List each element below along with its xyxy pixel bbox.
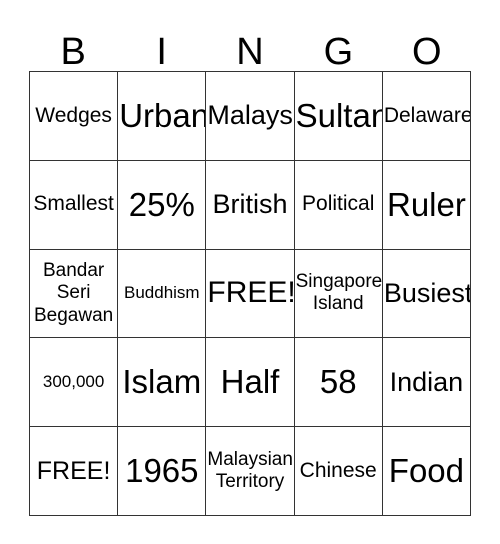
bingo-cell-label: Singapore Island: [295, 271, 383, 315]
bingo-cell-label: FREE!: [207, 276, 295, 310]
bingo-cell[interactable]: Malays: [206, 72, 295, 161]
bingo-cell-label: Wedges: [35, 103, 112, 127]
bingo-cell[interactable]: Urban: [118, 72, 207, 161]
bingo-cell-label: FREE!: [36, 456, 111, 485]
bingo-cell-label: British: [212, 189, 288, 220]
bingo-cell-label: Sultan: [295, 97, 383, 135]
bingo-cell-label: Buddhism: [124, 283, 200, 303]
bingo-cell[interactable]: Half: [206, 338, 295, 428]
bingo-cell[interactable]: Food: [382, 427, 472, 516]
bingo-cell-label: 1965: [125, 452, 199, 490]
bingo-row: Bandar Seri Begawan Buddhism FREE! Singapor…: [30, 249, 472, 339]
bingo-header-row: BINGO: [29, 16, 471, 71]
bingo-row: Wedges Urban Malays Sultan Delaware: [30, 72, 472, 161]
bingo-cell-label: 300,000: [42, 372, 105, 392]
bingo-cell-label: Islam: [122, 363, 202, 401]
bingo-cell-label: Chinese: [299, 458, 377, 482]
bingo-cell[interactable]: Buddhism: [118, 249, 207, 339]
bingo-cell[interactable]: FREE!: [30, 427, 119, 516]
bingo-row: FREE! 1965 Malaysian Territory Chinese Food: [30, 427, 472, 516]
bingo-cell-label: Ruler: [386, 185, 466, 223]
bingo-header-letter: O: [412, 31, 442, 73]
bingo-cell[interactable]: 58: [294, 338, 383, 428]
bingo-cell[interactable]: Wedges: [30, 72, 119, 161]
bingo-cell[interactable]: British: [206, 160, 295, 250]
bingo-cell[interactable]: Malaysian Territory: [206, 427, 295, 516]
bingo-cell-label: 25%: [128, 185, 195, 223]
bingo-cell-label: Delaware: [383, 103, 472, 127]
bingo-cell-label: Malays: [207, 100, 293, 131]
bingo-header-letter: N: [236, 31, 264, 73]
bingo-cell-label: Busiest: [383, 277, 472, 308]
bingo-cell-label: 58: [319, 363, 357, 401]
bingo-cell[interactable]: Chinese: [294, 427, 383, 516]
bingo-cell[interactable]: Singapore Island: [294, 249, 383, 339]
bingo-cell[interactable]: 1965: [118, 427, 207, 516]
bingo-cell-label: Political: [302, 192, 375, 216]
bingo-cell[interactable]: Ruler: [382, 160, 472, 250]
bingo-cell-label: Bandar Seri Begawan: [33, 260, 114, 326]
bingo-cell-label: Half: [220, 363, 280, 401]
bingo-cell[interactable]: FREE!: [206, 249, 295, 339]
bingo-cell[interactable]: 300,000: [30, 338, 119, 428]
bingo-cell[interactable]: Smallest: [30, 160, 119, 250]
bingo-row: 300,000 Islam Half 58 Indian: [30, 338, 472, 428]
bingo-header-letter: B: [60, 31, 86, 73]
bingo-cell-label: Malaysian Territory: [207, 449, 293, 493]
bingo-row: Smallest 25% British Political Ruler: [30, 160, 472, 250]
bingo-cell[interactable]: Delaware: [382, 72, 472, 161]
bingo-cell[interactable]: Busiest: [382, 249, 472, 339]
bingo-header-letter: I: [156, 31, 167, 73]
bingo-cell[interactable]: Islam: [118, 338, 207, 428]
bingo-cell-label: Urban: [119, 97, 207, 135]
bingo-grid: Wedges Urban Malays Sultan Delaware Smallest 2…: [29, 71, 472, 516]
bingo-cell[interactable]: Bandar Seri Begawan: [30, 249, 119, 339]
bingo-cell-label: Food: [388, 452, 465, 490]
bingo-card: B I N G O Wedges Urban Malays Sultan Delaware Sma…: [0, 0, 500, 544]
bingo-cell-label: Smallest: [33, 192, 114, 216]
bingo-header-letter: G: [323, 31, 354, 73]
bingo-cell[interactable]: 25%: [118, 160, 207, 250]
bingo-cell[interactable]: Sultan: [294, 72, 383, 161]
bingo-cell-label: Indian: [389, 366, 464, 397]
bingo-cell[interactable]: Indian: [382, 338, 472, 428]
bingo-cell[interactable]: Political: [294, 160, 383, 250]
